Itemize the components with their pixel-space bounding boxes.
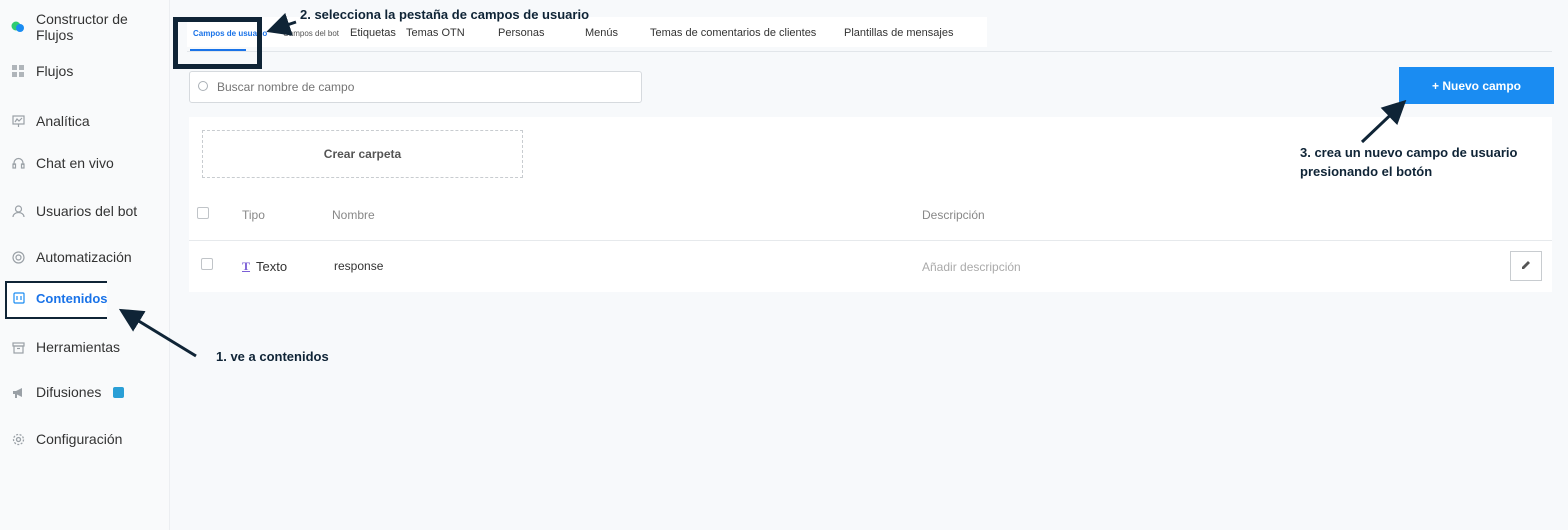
arrow-step1: [118, 308, 197, 358]
annotation-arrows: [118, 12, 1407, 358]
arrow-step3: [1360, 99, 1407, 144]
arrow-step2: [266, 12, 297, 36]
